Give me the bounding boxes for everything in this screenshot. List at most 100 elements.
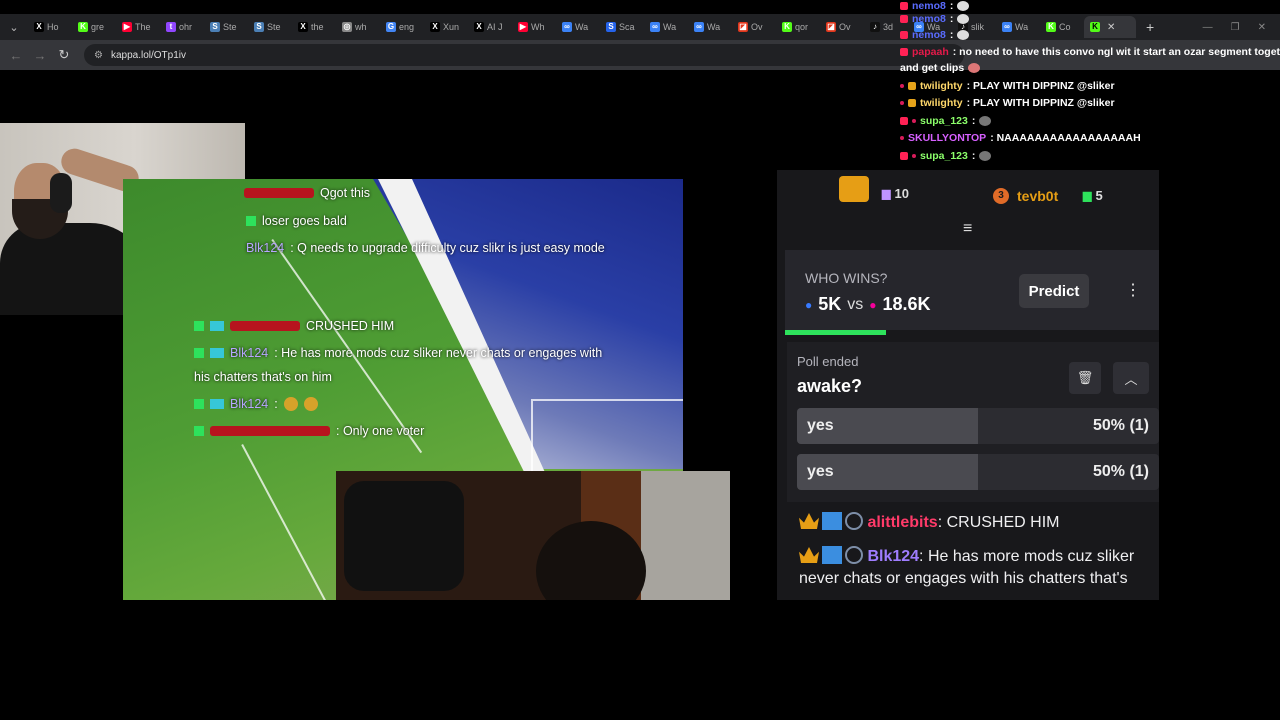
list-item: Blk124: Q needs to upgrade difficulty cu…: [246, 241, 605, 255]
rank-badge: 3: [993, 188, 1009, 204]
tab-label: Wh: [531, 22, 545, 32]
list-item: nemo8:: [900, 13, 970, 25]
reload-icon[interactable]: ↻: [52, 47, 76, 63]
browser-tab[interactable]: Kqor: [776, 16, 820, 38]
poll-question: awake?: [797, 376, 863, 396]
browser-tab[interactable]: Kgre: [72, 16, 116, 38]
list-item: Blk124: He has more mods cuz sliker neve…: [194, 344, 602, 362]
wa-icon: ∞: [562, 22, 572, 32]
browser-tab[interactable]: X Xun: [424, 16, 468, 38]
prediction-progress: [785, 330, 886, 335]
browser-tab[interactable]: ∞ Wa: [644, 16, 688, 38]
chat-username[interactable]: alittlebits: [867, 514, 937, 531]
tab-label: Sca: [619, 22, 635, 32]
browser-tab[interactable]: Xthe: [292, 16, 336, 38]
tab-label: Wa: [663, 22, 677, 32]
trash-icon[interactable]: 🗑: [1069, 362, 1101, 394]
url-field[interactable]: ⚙ kappa.lol/OTp1iv: [84, 44, 964, 66]
browser-tab[interactable]: S Ste: [204, 16, 248, 38]
wa-icon: ∞: [694, 22, 704, 32]
browser-tab[interactable]: ▶ The: [116, 16, 160, 38]
tab-label: gre: [91, 22, 105, 32]
browser-tab[interactable]: ◎ wh: [336, 16, 380, 38]
chevron-up-icon[interactable]: ︿: [1113, 362, 1149, 394]
collapse-icon[interactable]: ≡: [963, 220, 972, 238]
browser-tab[interactable]: X AI J: [468, 16, 512, 38]
vs-label: vs: [847, 295, 864, 313]
overwolf-icon: ◪: [738, 22, 748, 32]
list-item: twilighty: PLAY WITH DIPPINZ @sliker: [900, 97, 1115, 109]
x-icon: X: [34, 22, 44, 32]
stream-screen: ⌄ X Ho Kgre ▶ The t ohr S Ste S Ste Xthe ◎ wh Geng X Xun…: [0, 0, 1280, 720]
gift-icon: ▆: [882, 188, 891, 200]
tab-label: wh: [355, 22, 367, 32]
list-item: Qgot this: [244, 184, 370, 202]
leaderboard-gifts-third: ▆ 5: [1083, 188, 1103, 203]
mod-badge-icon: [845, 546, 863, 564]
poll-status: Poll ended: [797, 354, 859, 369]
youtube-icon: ▶: [518, 22, 528, 32]
chat-message: alittlebits: CRUSHED HIM: [799, 512, 1149, 534]
globe-icon: ◎: [342, 22, 352, 32]
chat-messages: alittlebits: CRUSHED HIM Blk124: He has …: [777, 510, 1159, 600]
browser-tab[interactable]: ∞ Wa: [688, 16, 732, 38]
tab-label: qor: [795, 22, 809, 32]
list-item: supa_123:: [900, 115, 992, 127]
back-icon[interactable]: ←: [4, 48, 28, 63]
tab-label: Ste: [267, 22, 281, 32]
kick-icon: K: [782, 22, 792, 32]
site-info-icon[interactable]: ⚙: [94, 50, 103, 61]
prediction-title: WHO WINS?: [805, 270, 888, 286]
tab-search-icon[interactable]: ⌄: [0, 14, 28, 40]
list-item: twilighty: PLAY WITH DIPPINZ @sliker: [900, 80, 1115, 92]
crown-icon: [799, 547, 819, 563]
browser-tab[interactable]: Geng: [380, 16, 424, 38]
x-icon: X: [430, 22, 440, 32]
more-options-icon[interactable]: ⋮: [1125, 280, 1141, 300]
list-item: Blk124:: [194, 395, 318, 413]
youtube-icon: ▶: [122, 22, 132, 32]
predict-button[interactable]: Predict: [1019, 274, 1089, 308]
tab-label: Ov: [751, 22, 763, 32]
url-text: kappa.lol/OTp1iv: [110, 49, 187, 61]
video-inset-cam: [336, 471, 730, 600]
wa-icon: ∞: [650, 22, 660, 32]
list-item: nemo8:: [900, 0, 970, 12]
browser-tab[interactable]: t ohr: [160, 16, 204, 38]
kick-icon: K: [78, 22, 88, 32]
browser-tab[interactable]: ∞ Wa: [556, 16, 600, 38]
tab-label: 3d: [883, 22, 894, 32]
forward-icon[interactable]: →: [28, 48, 52, 63]
browser-tab[interactable]: S Ste: [248, 16, 292, 38]
chat-username[interactable]: Blk124: [867, 548, 919, 565]
crown-icon: [799, 513, 819, 529]
list-item: and get clips: [900, 62, 981, 74]
poll-option: yes 50% (1): [797, 408, 1159, 444]
overwolf-icon: ◪: [826, 22, 836, 32]
leaderboard-user[interactable]: tevb0t: [1017, 188, 1058, 204]
poll-option: yes 50% (1): [797, 454, 1159, 490]
stream-chat-overlay: nemo8: nemo8: nemo8: papaah: no need to …: [898, 0, 1280, 170]
browser-tab[interactable]: ◪ Ov: [820, 16, 864, 38]
tab-label: AI J: [487, 22, 503, 32]
browser-tab[interactable]: X Ho: [28, 16, 72, 38]
tiktok-icon: ♪: [870, 22, 880, 32]
prediction-card: WHO WINS? ● 5K vs ● 18.6K Predict ⋮: [785, 250, 1159, 330]
steam-icon: S: [254, 22, 264, 32]
steam-icon: S: [210, 22, 220, 32]
twitch-icon: t: [166, 22, 176, 32]
list-item: supa_123:: [900, 150, 992, 162]
prediction-votes: ● 5K vs ● 18.6K: [805, 294, 931, 315]
gift-icon: ▆: [1083, 190, 1092, 202]
leaderboard-gifts-first: ▆ 10: [882, 186, 909, 201]
browser-tab[interactable]: S Sca: [600, 16, 644, 38]
sca-icon: S: [606, 22, 616, 32]
tab-label: eng: [399, 22, 415, 32]
mod-badge-icon: [845, 512, 863, 530]
browser-tab[interactable]: ▶ Wh: [512, 16, 556, 38]
list-item: nemo8:: [900, 29, 970, 41]
list-item: loser goes bald: [246, 212, 347, 230]
browser-tab[interactable]: ◪ Ov: [732, 16, 776, 38]
tab-label: Ho: [47, 22, 59, 32]
tab-label: Ste: [223, 22, 237, 32]
